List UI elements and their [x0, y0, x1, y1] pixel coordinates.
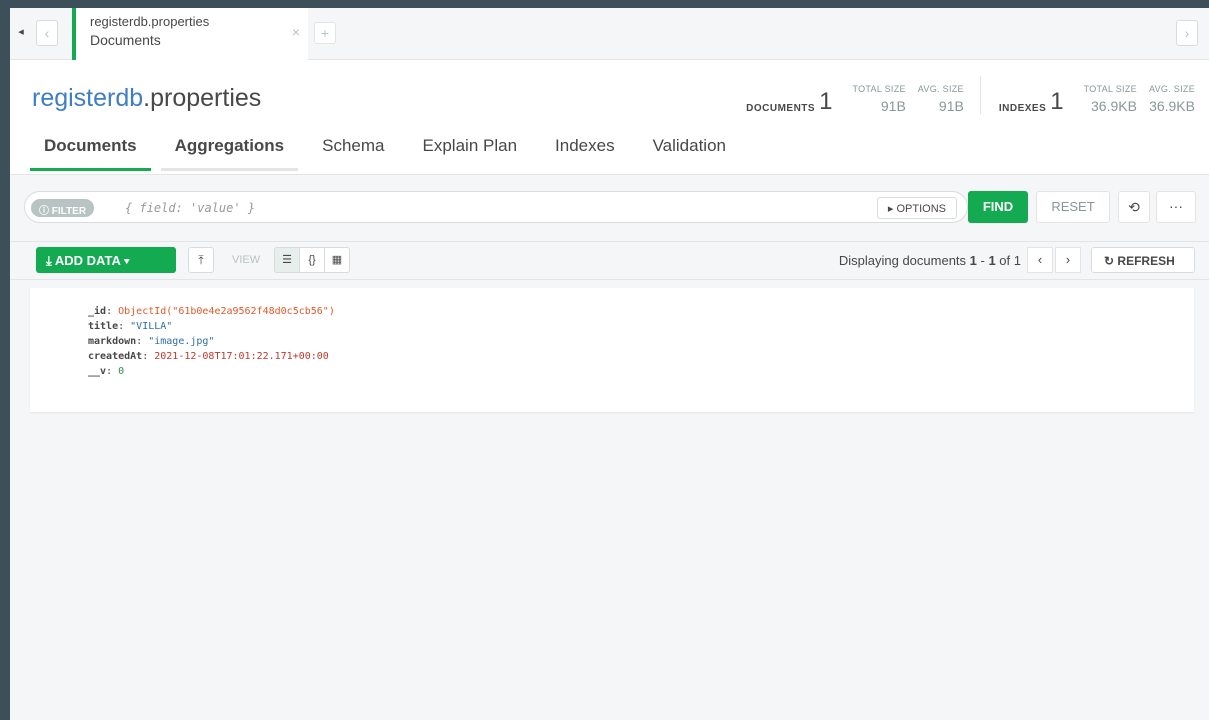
add-tab-icon[interactable]: +	[314, 22, 336, 44]
tab-registerdb-properties[interactable]: registerdb.properties Documents ×	[72, 8, 308, 60]
doc-field-id: _id: ObjectId("61b0e4e2a9562f48d0c5cb56"…	[88, 306, 335, 317]
documents-label: DOCUMENTS	[746, 103, 816, 114]
tab-documents[interactable]: Documents	[30, 136, 151, 171]
filter-box: ⓘ FILTER ▸ OPTIONS	[24, 191, 968, 223]
indexes-count: 1	[1050, 88, 1064, 115]
collection-name: .properties	[143, 84, 262, 112]
query-bar: ⓘ FILTER ▸ OPTIONS FIND RESET ⟲ ···	[10, 175, 1209, 242]
doc-field-title: title: "VILLA"	[88, 321, 173, 332]
reset-button[interactable]: RESET	[1036, 191, 1110, 223]
find-button[interactable]: FIND	[968, 191, 1028, 223]
collection-stats: DOCUMENTS 1 TOTAL SIZE 91B AVG. SIZE 91B…	[746, 76, 1195, 114]
json-view-icon[interactable]: {}	[299, 247, 325, 273]
doc-field-markdown: markdown: "image.jpg"	[88, 336, 215, 347]
compass-window: ◂ ‹ registerdb.properties Documents × + …	[0, 0, 1209, 720]
indexes-label: INDEXES	[998, 103, 1047, 114]
info-icon: ⓘ	[39, 206, 49, 217]
namespace-title: registerdb.properties	[32, 84, 261, 113]
documents-list: _id: ObjectId("61b0e4e2a9562f48d0c5cb56"…	[10, 280, 1209, 720]
stats-divider	[979, 76, 981, 114]
tab-schema[interactable]: Schema	[308, 136, 398, 171]
close-icon[interactable]: ×	[292, 24, 300, 40]
tab-validation[interactable]: Validation	[639, 136, 740, 171]
doc-total-size: TOTAL SIZE 91B	[852, 84, 906, 114]
tab-explain-plan[interactable]: Explain Plan	[409, 136, 532, 171]
tab-aggregations[interactable]: Aggregations	[160, 136, 299, 171]
next-page-icon[interactable]: ›	[1055, 247, 1081, 273]
doc-avg-size: AVG. SIZE 91B	[917, 84, 964, 114]
history-icon[interactable]: ⟲	[1118, 191, 1150, 223]
tab-prev-icon[interactable]: ‹	[36, 20, 58, 46]
collection-header: registerdb.properties DOCUMENTS 1 TOTAL …	[10, 60, 1209, 175]
window-left-edge	[0, 0, 10, 720]
refresh-button[interactable]: ↻ REFRESH	[1091, 247, 1195, 273]
tab-indexes[interactable]: Indexes	[541, 136, 629, 171]
view-label: VIEW	[232, 254, 261, 266]
documents-toolbar: ⤓ ADD DATA ▾ ⤒ VIEW ☰ {} ▦ Displaying do…	[10, 242, 1209, 280]
doc-field-createdat: createdAt: 2021-12-08T17:01:22.171+00:00	[88, 351, 329, 362]
refresh-icon: ↻	[1104, 254, 1115, 268]
tab-title: registerdb.properties	[90, 14, 210, 29]
add-data-button[interactable]: ⤓ ADD DATA ▾	[36, 247, 176, 273]
filter-pill[interactable]: ⓘ FILTER	[31, 199, 95, 217]
window-top-edge	[0, 0, 1209, 8]
idx-avg-size: AVG. SIZE 36.9KB	[1148, 84, 1195, 114]
document-card[interactable]: _id: ObjectId("61b0e4e2a9562f48d0c5cb56"…	[30, 288, 1194, 412]
download-icon: ⤓	[46, 253, 52, 268]
tab-subtitle: Documents	[90, 32, 161, 48]
export-icon[interactable]: ⤒	[188, 247, 214, 273]
documents-count: 1	[819, 88, 833, 115]
tab-bar: ◂ ‹ registerdb.properties Documents × + …	[10, 8, 1209, 60]
tab-next-icon[interactable]: ›	[1176, 20, 1198, 46]
database-link[interactable]: registerdb	[32, 84, 143, 112]
more-options-button[interactable]: ···	[1156, 191, 1196, 223]
prev-page-icon[interactable]: ‹	[1027, 247, 1053, 273]
pagination-text: Displaying documents 1 - 1 of 1	[838, 253, 1021, 268]
table-view-icon[interactable]: ▦	[324, 247, 350, 273]
collection-tabs: Documents Aggregations Schema Explain Pl…	[30, 136, 750, 171]
idx-total-size: TOTAL SIZE 36.9KB	[1083, 84, 1137, 114]
collapse-sidebar-icon[interactable]: ◂	[14, 20, 28, 46]
doc-field-v: __v: 0	[88, 366, 125, 377]
list-view-icon[interactable]: ☰	[274, 247, 300, 273]
options-button[interactable]: ▸ OPTIONS	[876, 197, 957, 219]
filter-input[interactable]	[125, 198, 725, 218]
